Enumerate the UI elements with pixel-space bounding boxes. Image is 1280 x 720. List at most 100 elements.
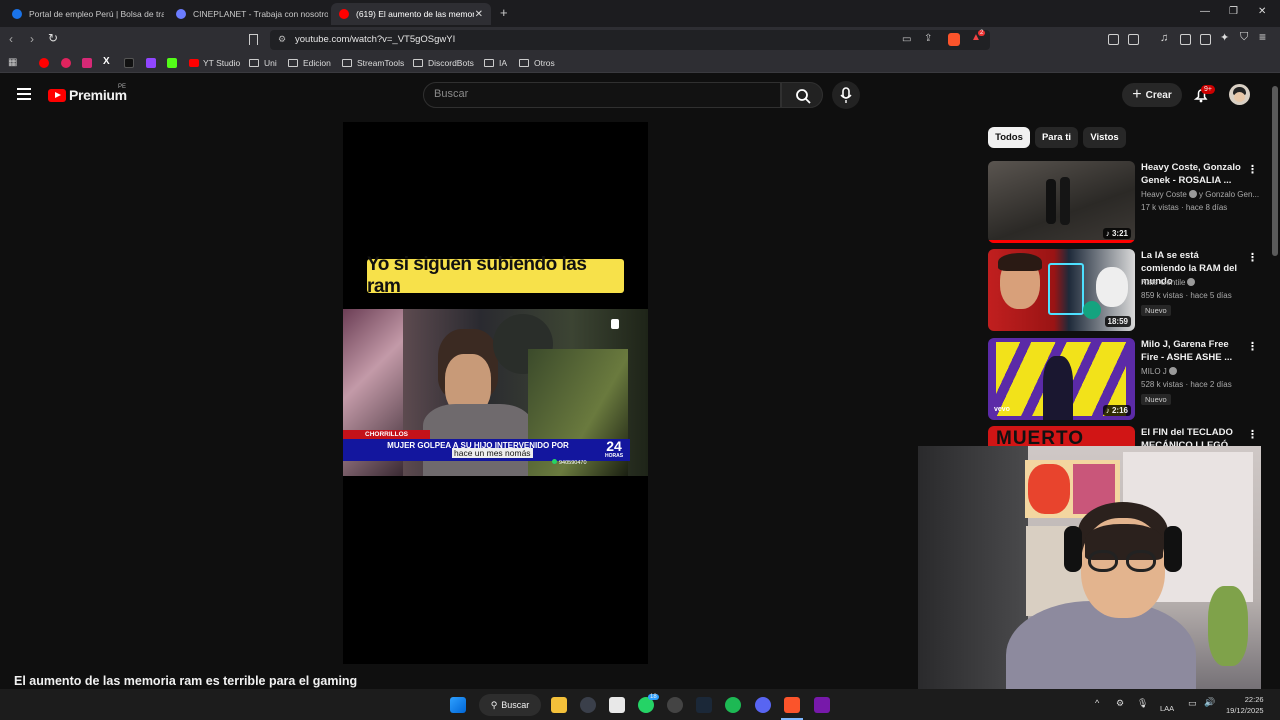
site-info-icon[interactable]: ⚙ <box>278 34 286 45</box>
spotify-icon[interactable] <box>725 697 741 713</box>
cast-icon[interactable]: ▭ <box>902 34 911 45</box>
bookmark-yt-studio[interactable]: YT Studio <box>189 57 240 69</box>
address-bar[interactable]: ⚙ youtube.com/watch?v=_VT5gOSgwYI ▭ ⇪ ▲ … <box>270 30 990 50</box>
recommendation-item[interactable]: vevo ♪ 2:16 Milo J, Garena Free Fire - A… <box>988 338 1258 420</box>
x-twitter-icon[interactable]: X <box>103 56 110 67</box>
folder-icon <box>288 59 298 67</box>
youtube-music-bookmark-icon[interactable] <box>61 58 71 68</box>
channel-name[interactable]: Nate Gentile <box>1141 278 1196 287</box>
steam-icon[interactable] <box>696 697 712 713</box>
hamburger-menu-icon[interactable] <box>17 88 31 100</box>
scrollbar-thumb[interactable] <box>1272 86 1278 256</box>
video-thumbnail[interactable]: ♪ 3:21 <box>988 161 1135 243</box>
video-meta: 859 k vistas · hace 5 días <box>1141 291 1232 300</box>
extensions-icon[interactable] <box>1108 34 1119 45</box>
network-icon[interactable]: ▭ <box>1188 698 1197 709</box>
kick-icon[interactable] <box>167 58 177 68</box>
tab-search-icon[interactable] <box>1128 34 1139 45</box>
recommendation-title[interactable]: Heavy Coste, Gonzalo Genek - ROSALIA ... <box>1141 161 1243 187</box>
bookmark-icon[interactable] <box>249 34 258 45</box>
apps-grid-icon[interactable]: ▦ <box>8 57 17 68</box>
bookmark-folder-discordbots[interactable]: DiscordBots <box>413 57 474 69</box>
taskbar-search-button[interactable]: ⚲ Buscar <box>479 694 541 716</box>
new-tab-button[interactable]: + <box>500 5 508 20</box>
chevron-up-icon[interactable]: ^ <box>1095 698 1099 708</box>
more-options-icon[interactable]: ⋮ <box>1247 340 1258 353</box>
discord-icon[interactable] <box>755 697 771 713</box>
recommendation-title[interactable]: El FIN del TECLADO MECÁNICO LLEGÓ <box>1141 426 1243 446</box>
tab-youtube-active[interactable]: (619) El aumento de las memoria ✕ <box>331 3 491 25</box>
recommendation-item[interactable]: ♪ 3:21 Heavy Coste, Gonzalo Genek - ROSA… <box>988 161 1259 243</box>
forward-icon[interactable]: › <box>30 32 34 46</box>
brave-taskbar-icon[interactable] <box>784 697 800 713</box>
bookmark-folder-ia[interactable]: IA <box>484 57 507 69</box>
media-icon[interactable]: ♫ <box>1160 32 1168 44</box>
share-icon[interactable]: ⇪ <box>924 33 932 44</box>
channel-name[interactable]: MILO J <box>1141 367 1177 376</box>
leo-ai-icon[interactable]: ✦ <box>1220 31 1229 44</box>
vpn-icon[interactable]: ⛉ <box>1240 31 1248 44</box>
country-code: PE <box>118 84 127 90</box>
chip-para-ti[interactable]: Para ti <box>1035 127 1078 148</box>
create-button[interactable]: + Crear <box>1122 83 1182 107</box>
news-lower-third: CHORRILLOS MUJER GOLPEA A SU HIJO INTERV… <box>343 430 648 464</box>
tab-cineplanet[interactable]: CINEPLANET - Trabaja con nosotros <box>168 3 328 25</box>
more-options-icon[interactable]: ⋮ <box>1247 428 1258 441</box>
recommendation-item[interactable]: 18:59 La IA se está comiendo la RAM del … <box>988 249 1258 331</box>
video-thumbnail[interactable]: vevo ♪ 2:16 <box>988 338 1135 420</box>
more-options-icon[interactable]: ⋮ <box>1247 251 1258 264</box>
keyboard-layout[interactable]: LAA <box>1160 704 1174 713</box>
chatgpt-taskbar-icon[interactable] <box>667 697 683 713</box>
volume-icon[interactable]: 🔊 <box>1204 697 1215 708</box>
voice-search-button[interactable] <box>832 81 860 109</box>
wallet-icon[interactable] <box>1200 34 1211 45</box>
url-text[interactable]: youtube.com/watch?v=_VT5gOSgwYI <box>295 34 455 45</box>
file-explorer-icon[interactable] <box>551 697 567 713</box>
more-options-icon[interactable]: ⋮ <box>1247 163 1258 176</box>
chip-vistos[interactable]: Vistos <box>1083 127 1126 148</box>
cursor-icon <box>611 319 619 329</box>
system-clock[interactable]: 22:26 19/12/2025 <box>1226 694 1264 716</box>
video-title: El aumento de las memoria ram es terribl… <box>14 674 358 688</box>
search-input[interactable] <box>434 88 764 100</box>
tray-app-icon[interactable]: ⚙ <box>1116 698 1124 709</box>
restore-icon[interactable]: ❐ <box>1229 6 1238 17</box>
windows-start-icon[interactable] <box>450 697 466 713</box>
close-window-icon[interactable]: ✕ <box>1258 6 1266 17</box>
reload-icon[interactable]: ↻ <box>48 31 58 45</box>
avatar[interactable] <box>1229 84 1250 105</box>
back-icon[interactable]: ‹ <box>9 32 13 46</box>
clock-date: 19/12/2025 <box>1226 706 1264 715</box>
page-scrollbar[interactable] <box>1270 76 1280 689</box>
recommendation-item[interactable]: MUERTO El FIN del TECLADO MECÁNICO LLEGÓ… <box>988 426 1258 446</box>
thumbnail-text: MUERTO <box>996 428 1084 446</box>
bookmark-label: StreamTools <box>357 58 405 68</box>
video-thumbnail[interactable]: 18:59 <box>988 249 1135 331</box>
chip-todos[interactable]: Todos <box>988 127 1030 148</box>
recommendation-title[interactable]: Milo J, Garena Free Fire - ASHE ASHE ... <box>1141 338 1243 364</box>
tiktok-icon[interactable] <box>124 58 134 68</box>
bookmark-folder-otros[interactable]: Otros <box>519 57 555 69</box>
minimize-icon[interactable]: — <box>1200 6 1210 17</box>
onenote-icon[interactable] <box>814 697 830 713</box>
tab-portal-empleo[interactable]: Portal de empleo Perú | Bolsa de trab <box>4 3 164 25</box>
menu-icon[interactable]: ≡ <box>1259 30 1266 44</box>
taskbar-search-label: Buscar <box>501 700 530 710</box>
bookmark-folder-uni[interactable]: Uni <box>249 57 277 69</box>
brave-shields-icon[interactable] <box>948 33 960 46</box>
search-button[interactable] <box>781 82 823 108</box>
capcut-icon[interactable] <box>609 697 625 713</box>
youtube-premium-logo[interactable]: Premium PE <box>48 84 127 103</box>
instagram-icon[interactable] <box>82 58 92 68</box>
bookmark-folder-streamtools[interactable]: StreamTools <box>342 57 404 69</box>
video-thumbnail[interactable]: MUERTO <box>988 426 1135 446</box>
twitch-icon[interactable] <box>146 58 156 68</box>
microphone-icon <box>840 87 852 103</box>
close-tab-icon[interactable]: ✕ <box>475 9 483 20</box>
bookmark-folder-edicion[interactable]: Edicion <box>288 57 331 69</box>
obs-icon[interactable] <box>580 697 596 713</box>
youtube-bookmark-icon[interactable] <box>39 58 49 68</box>
sidebar-icon[interactable] <box>1180 34 1191 45</box>
channel-name[interactable]: Heavy Coste y Gonzalo Gen... <box>1141 190 1259 199</box>
microphone-tray-icon[interactable]: 🎙 <box>1137 698 1148 709</box>
